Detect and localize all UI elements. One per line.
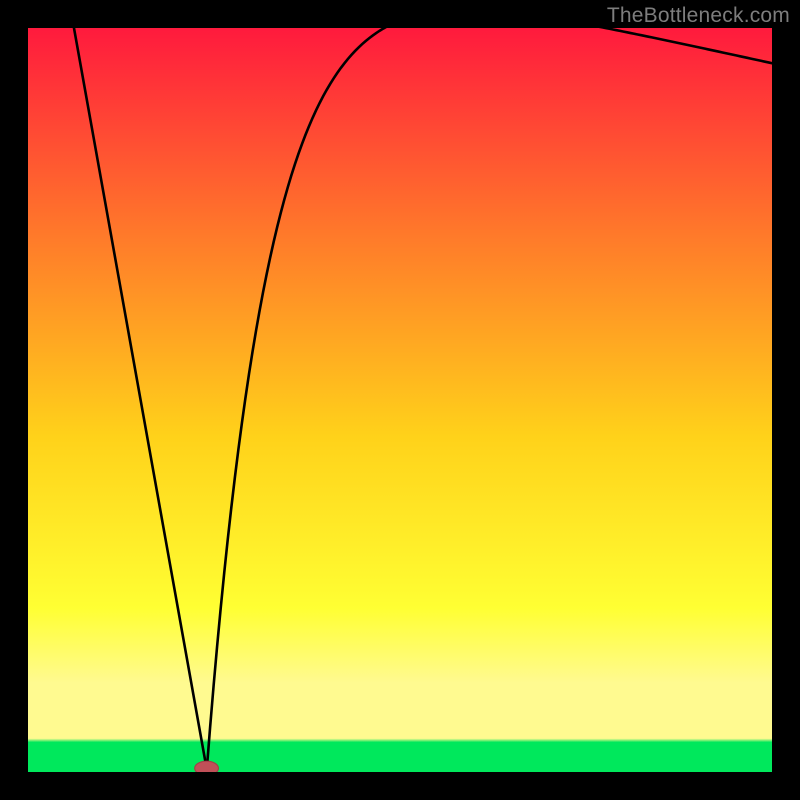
minimum-marker	[195, 761, 219, 772]
bottleneck-curve-chart	[28, 28, 772, 772]
chart-frame	[28, 28, 772, 772]
attribution-text: TheBottleneck.com	[607, 4, 790, 28]
